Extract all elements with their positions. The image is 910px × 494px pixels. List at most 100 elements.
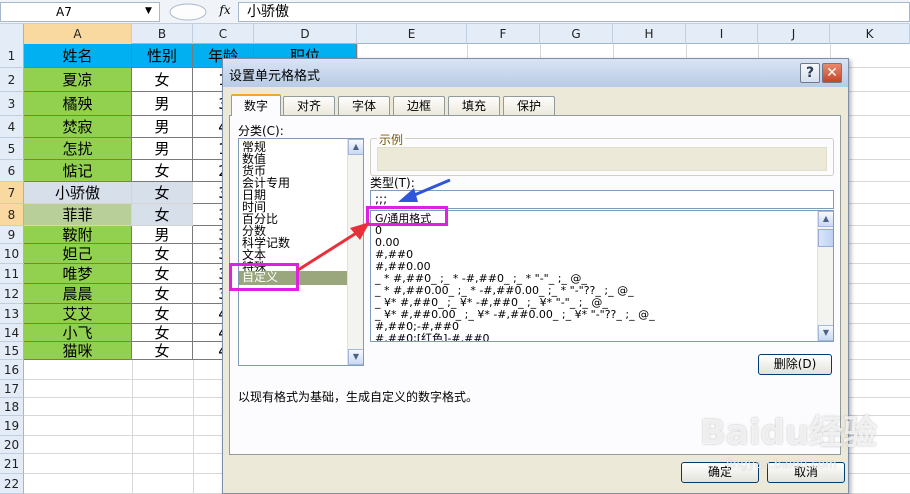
column-header-a[interactable]: A	[24, 24, 132, 44]
column-header-h[interactable]: H	[613, 24, 686, 44]
close-icon[interactable]: ✕	[822, 63, 842, 83]
table-cell[interactable]: 晨晨	[24, 284, 132, 304]
row-header-5[interactable]: 5	[0, 138, 24, 160]
table-cell[interactable]: 鞍附	[24, 226, 132, 244]
table-cell[interactable]: 艾艾	[24, 304, 132, 324]
table-cell[interactable]: 女	[132, 284, 193, 304]
name-box-dropdown-icon[interactable]: ▼	[145, 6, 152, 16]
column-header-c[interactable]: C	[193, 24, 254, 44]
table-cell[interactable]: 菲菲	[24, 204, 132, 226]
category-scrollbar[interactable]: ▲ ▼	[347, 139, 363, 365]
tab-border[interactable]: 边框	[393, 96, 445, 116]
row-header-22[interactable]: 22	[0, 474, 24, 494]
row-header-18[interactable]: 18	[0, 398, 24, 416]
scroll-up-icon[interactable]: ▲	[348, 139, 363, 155]
sample-group: 示例	[370, 131, 834, 176]
row-header-10[interactable]: 10	[0, 244, 24, 264]
help-icon[interactable]: ?	[800, 63, 820, 83]
custom-category-highlight	[229, 263, 299, 291]
row-header-11[interactable]: 11	[0, 264, 24, 284]
select-all-corner[interactable]	[0, 24, 24, 44]
scroll-down-icon[interactable]: ▼	[348, 349, 363, 365]
sample-preview	[377, 147, 827, 171]
table-cell[interactable]: 女	[132, 244, 193, 264]
row-header-8[interactable]: 8	[0, 204, 24, 226]
column-header-g[interactable]: G	[540, 24, 613, 44]
tab-font[interactable]: 字体	[338, 96, 390, 116]
column-header-b[interactable]: B	[132, 24, 193, 44]
baidu-watermark-url: jingyan.baidu.com	[726, 457, 837, 471]
insert-function-icon[interactable]: fx	[214, 3, 236, 21]
type-label: 类型(T):	[370, 176, 415, 190]
row-header-3[interactable]: 3	[0, 92, 24, 116]
table-cell[interactable]: 惦记	[24, 160, 132, 182]
name-box[interactable]: A7	[0, 2, 160, 22]
row-header-4[interactable]: 4	[0, 116, 24, 138]
scroll-thumb[interactable]	[818, 229, 833, 247]
table-cell[interactable]: 小飞	[24, 324, 132, 342]
row-header-17[interactable]: 17	[0, 380, 24, 398]
formula-input[interactable]: 小骄傲	[238, 2, 910, 22]
row-header-6[interactable]: 6	[0, 160, 24, 182]
table-cell[interactable]: 女	[132, 182, 193, 204]
row-header-9[interactable]: 9	[0, 226, 24, 244]
table-cell[interactable]: 女	[132, 264, 193, 284]
category-list[interactable]: 常规 数值 货币 会计专用 日期 时间 百分比 分数 科学记数 文本 特殊 自定义 ▲ ▼	[238, 138, 364, 366]
table-cell[interactable]: 女	[132, 324, 193, 342]
column-header-j[interactable]: J	[758, 24, 830, 44]
scroll-up-icon[interactable]: ▲	[818, 211, 833, 227]
delete-button[interactable]: 删除(D)	[758, 354, 832, 375]
tab-alignment[interactable]: 对齐	[283, 96, 335, 116]
sample-label: 示例	[377, 131, 406, 148]
row-header-13[interactable]: 13	[0, 304, 24, 324]
tab-number[interactable]: 数字	[231, 94, 281, 116]
table-cell[interactable]: 女	[132, 160, 193, 182]
table-cell[interactable]: 女	[132, 304, 193, 324]
table-cell[interactable]: 猫咪	[24, 342, 132, 360]
row-header-1[interactable]: 1	[0, 44, 24, 68]
dialog-title: 设置单元格格式	[229, 69, 321, 84]
format-item[interactable]: #,##0;[红色]-#,##0	[375, 333, 490, 342]
column-header-f[interactable]: F	[467, 24, 540, 44]
tab-fill[interactable]: 填充	[448, 96, 500, 116]
column-headers: A B C D E F G H I J K	[0, 24, 910, 44]
format-scrollbar[interactable]: ▲ ▼	[817, 211, 833, 341]
row-header-19[interactable]: 19	[0, 416, 24, 436]
format-list[interactable]: G/通用格式 0 0.00 #,##0 #,##0.00 _ * #,##0_ ;_ * …	[370, 210, 834, 342]
row-header-15[interactable]: 15	[0, 342, 24, 360]
table-cell[interactable]: 怎扰	[24, 138, 132, 160]
column-header-k[interactable]: K	[830, 24, 910, 44]
table-cell[interactable]: 女	[132, 204, 193, 226]
table-cell[interactable]: 夏凉	[24, 68, 132, 92]
format-description: 以现有格式为基础，生成自定义的数字格式。	[238, 390, 479, 404]
table-cell[interactable]: 女	[132, 342, 193, 360]
row-header-12[interactable]: 12	[0, 284, 24, 304]
row-header-16[interactable]: 16	[0, 360, 24, 380]
scroll-down-icon[interactable]: ▼	[818, 325, 833, 341]
table-cell[interactable]: 男	[132, 116, 193, 138]
table-cell[interactable]: 唯梦	[24, 264, 132, 284]
table-cell[interactable]: 男	[132, 226, 193, 244]
dialog-titlebar[interactable]: 设置单元格格式 ? ✕	[223, 59, 848, 87]
table-cell[interactable]: 焚寂	[24, 116, 132, 138]
column-header-d[interactable]: D	[254, 24, 357, 44]
column-header-i[interactable]: I	[686, 24, 758, 44]
table-cell[interactable]: 橘殃	[24, 92, 132, 116]
number-tab-panel: 分类(C): 常规 数值 货币 会计专用 日期 时间 百分比 分数 科学记数 文本 特殊 自定义 ▲ …	[229, 115, 841, 455]
table-cell[interactable]: 女	[132, 68, 193, 92]
row-header-21[interactable]: 21	[0, 454, 24, 474]
table-cell[interactable]: 男	[132, 138, 193, 160]
row-header-20[interactable]: 20	[0, 436, 24, 454]
tab-protection[interactable]: 保护	[503, 96, 555, 116]
row-header-7[interactable]: 7	[0, 182, 24, 204]
header-cell[interactable]: 姓名	[24, 44, 132, 68]
category-label: 分类(C):	[238, 124, 284, 138]
formula-bar-separator	[160, 3, 210, 21]
header-cell[interactable]: 性别	[132, 44, 193, 68]
table-cell[interactable]: 男	[132, 92, 193, 116]
table-cell[interactable]: 小骄傲	[24, 182, 132, 204]
column-header-e[interactable]: E	[357, 24, 467, 44]
row-header-2[interactable]: 2	[0, 68, 24, 92]
table-cell[interactable]: 妲己	[24, 244, 132, 264]
row-header-14[interactable]: 14	[0, 324, 24, 342]
